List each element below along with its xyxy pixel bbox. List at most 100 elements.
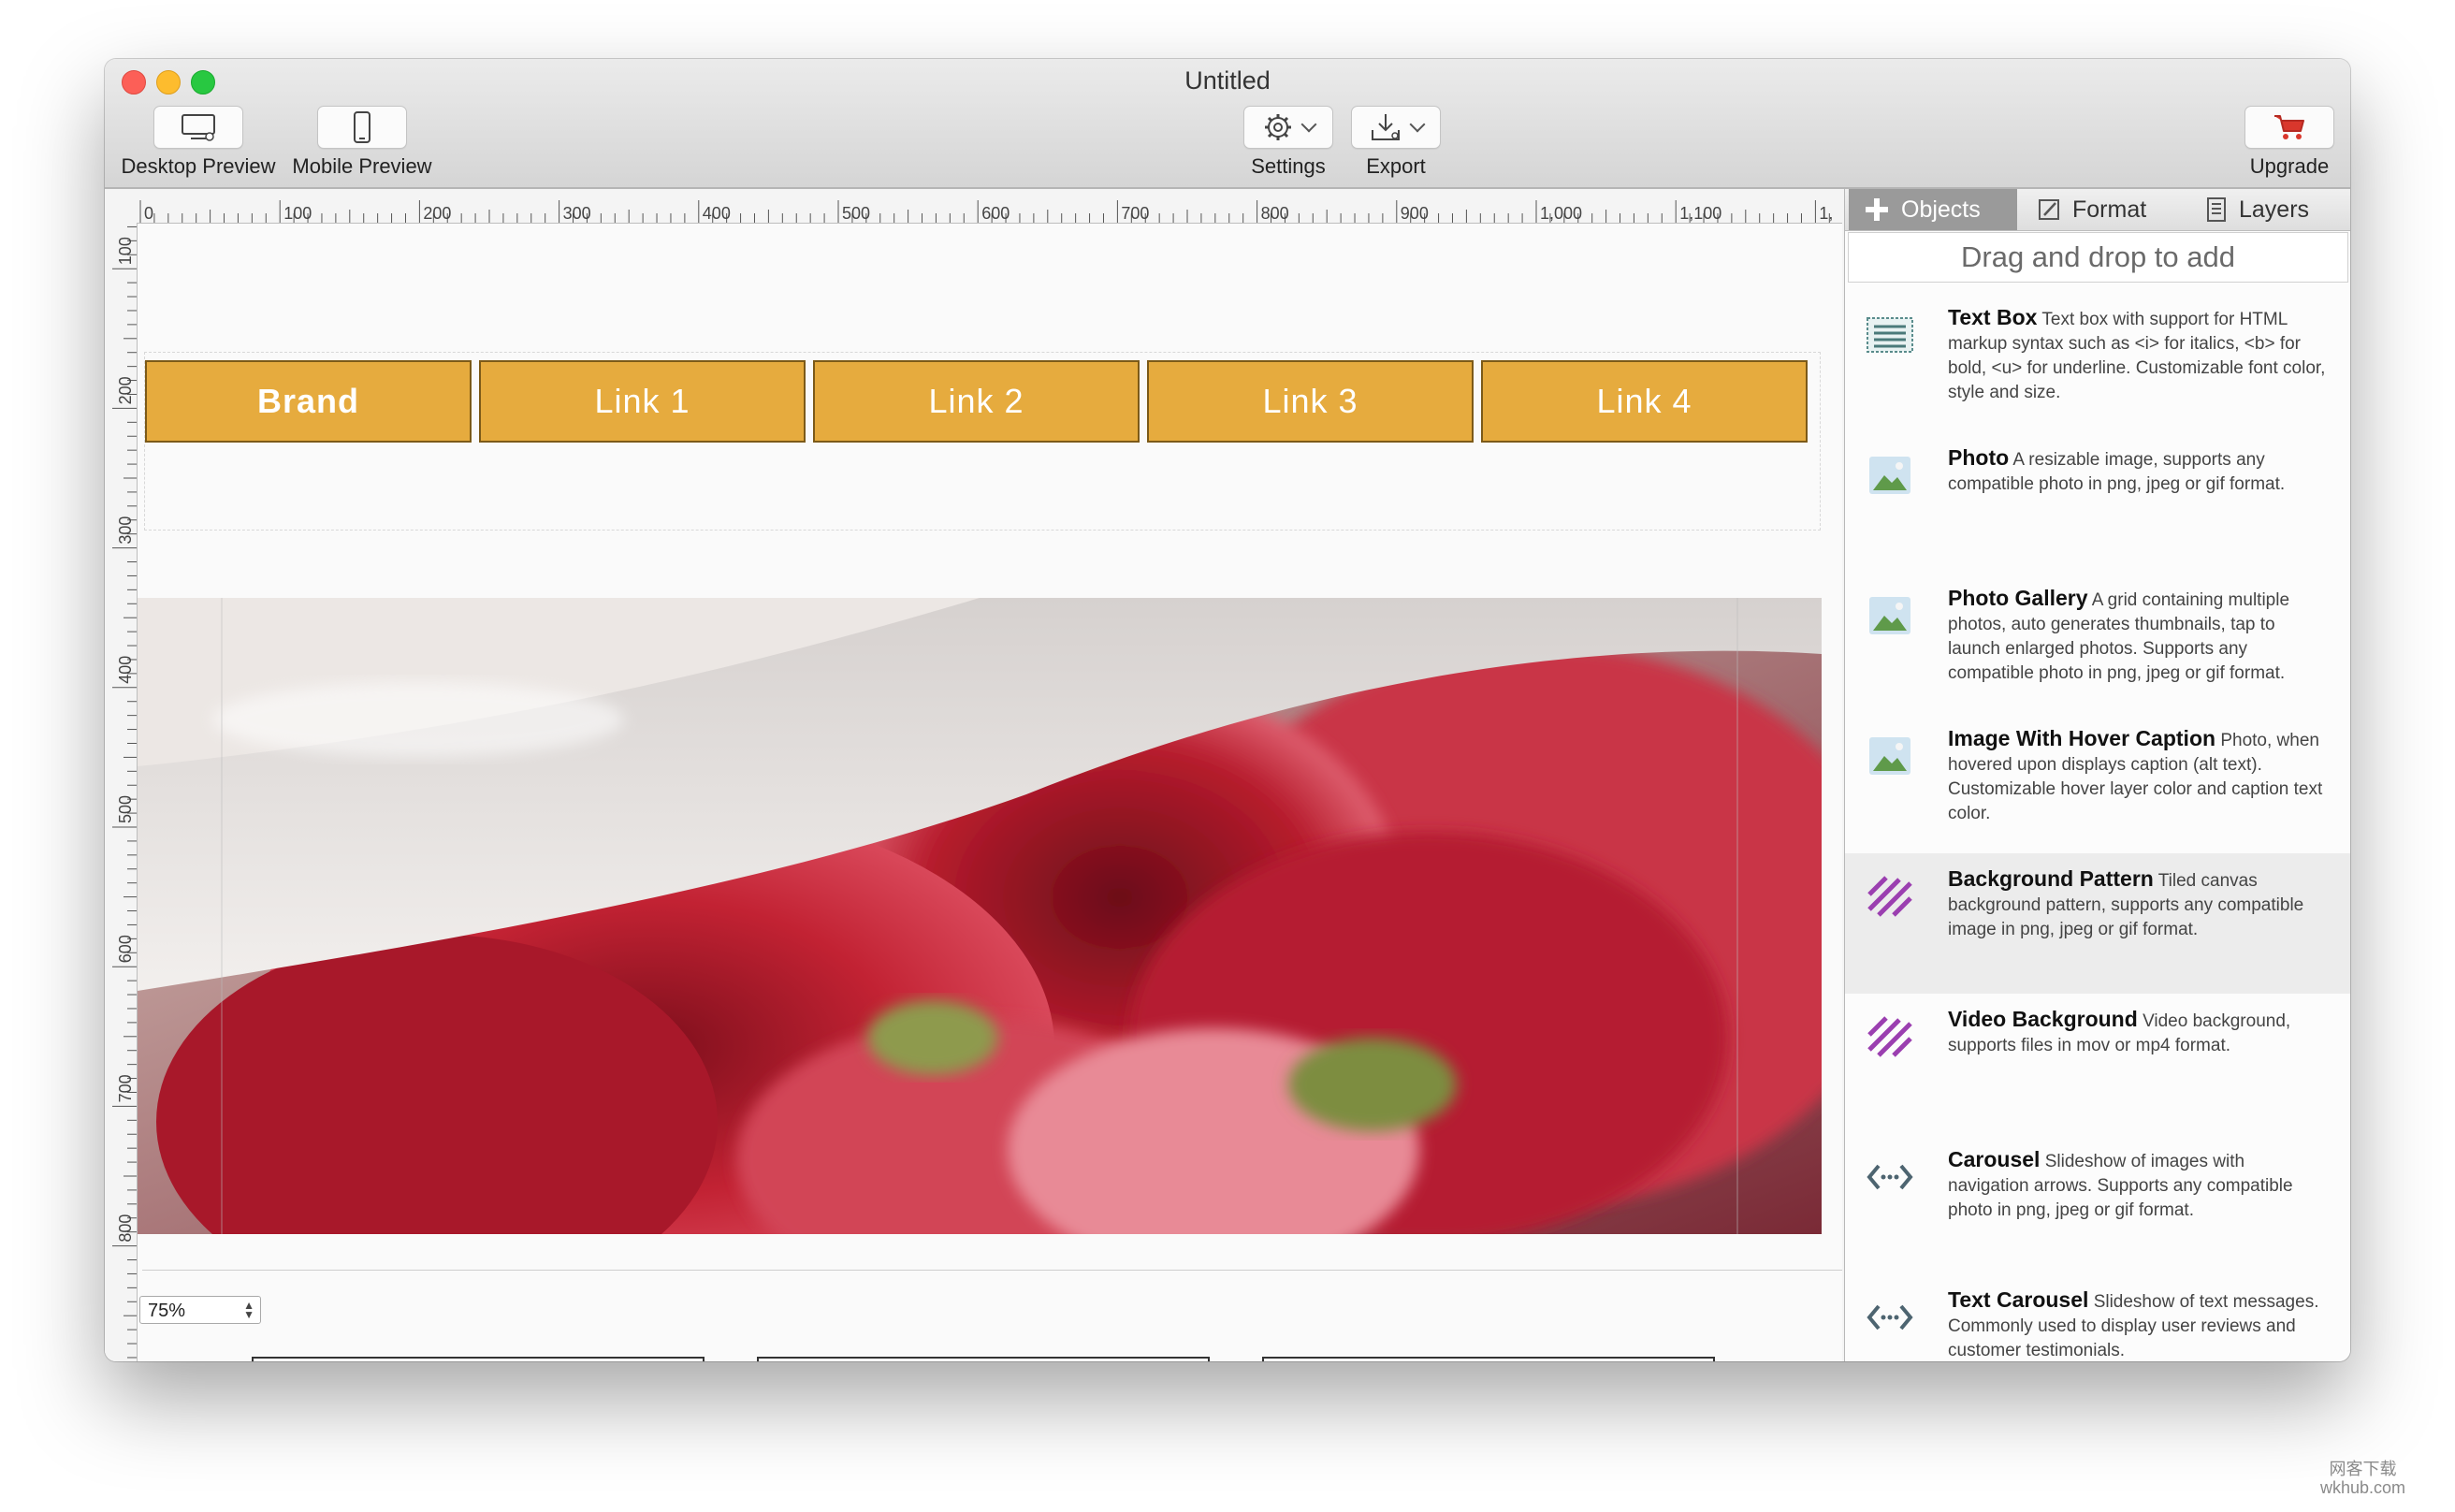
- desktop-monitor-icon: [182, 114, 215, 141]
- nav-link-4[interactable]: Link 4: [1481, 360, 1808, 443]
- sidebar-tabs: Objects Format Layers: [1845, 189, 2350, 231]
- object-text: Text Box Text box with support for HTML …: [1948, 305, 2327, 405]
- object-name: Carousel: [1948, 1147, 2041, 1171]
- object-name: Photo Gallery: [1948, 586, 2088, 610]
- tab-layers[interactable]: Layers: [2205, 189, 2309, 230]
- object-text: Photo A resizable image, supports any co…: [1948, 445, 2327, 497]
- export-download-icon: [1372, 114, 1400, 140]
- object-item-text-box[interactable]: Text Box Text box with support for HTML …: [1845, 292, 2350, 432]
- desktop-preview-label: Desktop Preview: [121, 154, 276, 178]
- tab-format[interactable]: Format: [2037, 189, 2146, 230]
- ruler-top-label: 0: [144, 204, 153, 223]
- ruler-left-label: 500: [116, 795, 135, 823]
- watermark: 网客下载 wkhub.com: [2320, 1460, 2405, 1497]
- object-item-text-carousel[interactable]: Text Carousel Slideshow of text messages…: [1845, 1274, 2350, 1361]
- ruler-left-label: 100: [116, 237, 135, 265]
- photo-icon: [1869, 457, 1910, 494]
- column-card-3[interactable]: [1262, 1357, 1715, 1361]
- mobile-preview-control[interactable]: Mobile Preview: [292, 106, 432, 179]
- horizontal-ruler: 0 100 200 300 400 500 600 700 800 900 1,000 1,100 1,: [105, 189, 1842, 224]
- ruler-top-label: 100: [283, 204, 312, 223]
- hover-caption-icon: [1869, 737, 1910, 775]
- upgrade-control[interactable]: Upgrade: [2238, 106, 2341, 179]
- object-item-background-pattern[interactable]: Background Pattern Tiled canvas backgrou…: [1845, 853, 2350, 994]
- column-card-2[interactable]: [757, 1357, 1210, 1361]
- chevron-down-icon: [1409, 116, 1426, 133]
- nav-link-2[interactable]: Link 2: [813, 360, 1140, 443]
- ruler-left-label: 300: [116, 516, 135, 545]
- ruler-top-label: 400: [703, 204, 731, 223]
- object-text: Image With Hover Caption Photo, when hov…: [1948, 726, 2327, 826]
- watermark-line-2: wkhub.com: [2320, 1478, 2406, 1497]
- tab-objects-label: Objects: [1901, 196, 1981, 223]
- ruler-top-label: 500: [842, 204, 870, 223]
- object-item-photo-gallery[interactable]: Photo Gallery A grid containing multiple…: [1845, 573, 2350, 713]
- zoom-level-value: 75%: [148, 1301, 186, 1321]
- toolbar: Untitled Desktop Preview Mobile Preview: [105, 59, 2350, 189]
- ruler-top-label: 600: [981, 204, 1010, 223]
- object-name: Photo: [1948, 445, 2010, 470]
- export-control[interactable]: Export: [1344, 106, 1447, 179]
- ruler-top-label: 1,100: [1679, 204, 1721, 223]
- drag-drop-hint: Drag and drop to add: [1848, 232, 2348, 283]
- columns-section[interactable]: [142, 1270, 1842, 1361]
- tab-objects[interactable]: Objects: [1849, 189, 2017, 230]
- tab-format-label: Format: [2072, 196, 2147, 223]
- objects-sidebar: Objects Format Layers Drag and drop to a…: [1844, 189, 2350, 1361]
- vertical-ruler: 100 200 300 400 500 600 700 800: [105, 223, 138, 1361]
- ruler-left-label: 800: [116, 1214, 135, 1243]
- zoom-level-field[interactable]: 75% ▲ ▼: [139, 1296, 261, 1324]
- page-canvas[interactable]: Brand Link 1 Link 2 Link 3 Link 4: [138, 224, 1842, 1361]
- object-item-image-hover-caption[interactable]: Image With Hover Caption Photo, when hov…: [1845, 713, 2350, 853]
- photo-gallery-icon: [1869, 597, 1910, 634]
- mobile-preview-label: Mobile Preview: [292, 154, 432, 178]
- column-card-1[interactable]: [252, 1357, 705, 1361]
- mobile-preview-button[interactable]: [317, 106, 407, 149]
- object-item-video-background[interactable]: Video Background Video background, suppo…: [1845, 994, 2350, 1134]
- object-item-carousel[interactable]: Carousel Slideshow of images with naviga…: [1845, 1134, 2350, 1274]
- textbox-icon: [1867, 317, 1913, 353]
- navbar-section[interactable]: Brand Link 1 Link 2 Link 3 Link 4: [144, 352, 1821, 531]
- desktop-preview-button[interactable]: [153, 106, 243, 149]
- upgrade-button[interactable]: [2244, 106, 2334, 149]
- object-name: Background Pattern: [1948, 866, 2154, 891]
- design-canvas[interactable]: 0 100 200 300 400 500 600 700 800 900 1,000 1,100 1,…: [105, 189, 1842, 1361]
- ruler-top-label: 1,: [1819, 204, 1833, 223]
- ruler-top-label: 300: [563, 204, 591, 223]
- ruler-left-label: 400: [116, 656, 135, 684]
- ruler-top-label: 1,000: [1540, 204, 1582, 223]
- ruler-top-label: 800: [1261, 204, 1289, 223]
- tab-layers-label: Layers: [2239, 196, 2310, 223]
- pattern-icon: [1867, 876, 1912, 917]
- layers-list-icon: [2207, 197, 2226, 222]
- mobile-phone-icon: [354, 111, 370, 143]
- ruler-top-label: 200: [423, 204, 451, 223]
- object-text: Text Carousel Slideshow of text messages…: [1948, 1287, 2327, 1361]
- export-label: Export: [1366, 154, 1426, 178]
- hero-rose-image[interactable]: [138, 598, 1822, 1234]
- settings-control[interactable]: Settings: [1237, 106, 1340, 179]
- ruler-left-label: 700: [116, 1074, 135, 1102]
- object-item-photo[interactable]: Photo A resizable image, supports any co…: [1845, 432, 2350, 573]
- object-text: Background Pattern Tiled canvas backgrou…: [1948, 866, 2327, 942]
- plus-icon: [1866, 198, 1888, 221]
- desktop-preview-control[interactable]: Desktop Preview: [114, 106, 283, 179]
- object-name: Video Background: [1948, 1007, 2138, 1031]
- nav-link-3[interactable]: Link 3: [1147, 360, 1474, 443]
- zoom-stepper-icon[interactable]: ▲ ▼: [243, 1300, 254, 1320]
- object-text: Video Background Video background, suppo…: [1948, 1007, 2327, 1058]
- nav-link-1[interactable]: Link 1: [479, 360, 806, 443]
- nav-brand[interactable]: Brand: [145, 360, 472, 443]
- ruler-left-label: 200: [116, 376, 135, 404]
- export-button[interactable]: [1351, 106, 1441, 149]
- window-title: Untitled: [1184, 66, 1271, 94]
- object-name: Image With Hover Caption: [1948, 726, 2216, 750]
- settings-button[interactable]: [1243, 106, 1333, 149]
- text-carousel-icon: [1867, 1304, 1913, 1330]
- chevron-down-icon: [1300, 116, 1317, 133]
- object-name: Text Box: [1948, 305, 2038, 329]
- app-window: Untitled Desktop Preview Mobile Preview: [105, 59, 2350, 1361]
- video-bg-icon: [1867, 1016, 1912, 1057]
- ruler-left-label: 600: [116, 935, 135, 963]
- ruler-top-label: 700: [1121, 204, 1149, 223]
